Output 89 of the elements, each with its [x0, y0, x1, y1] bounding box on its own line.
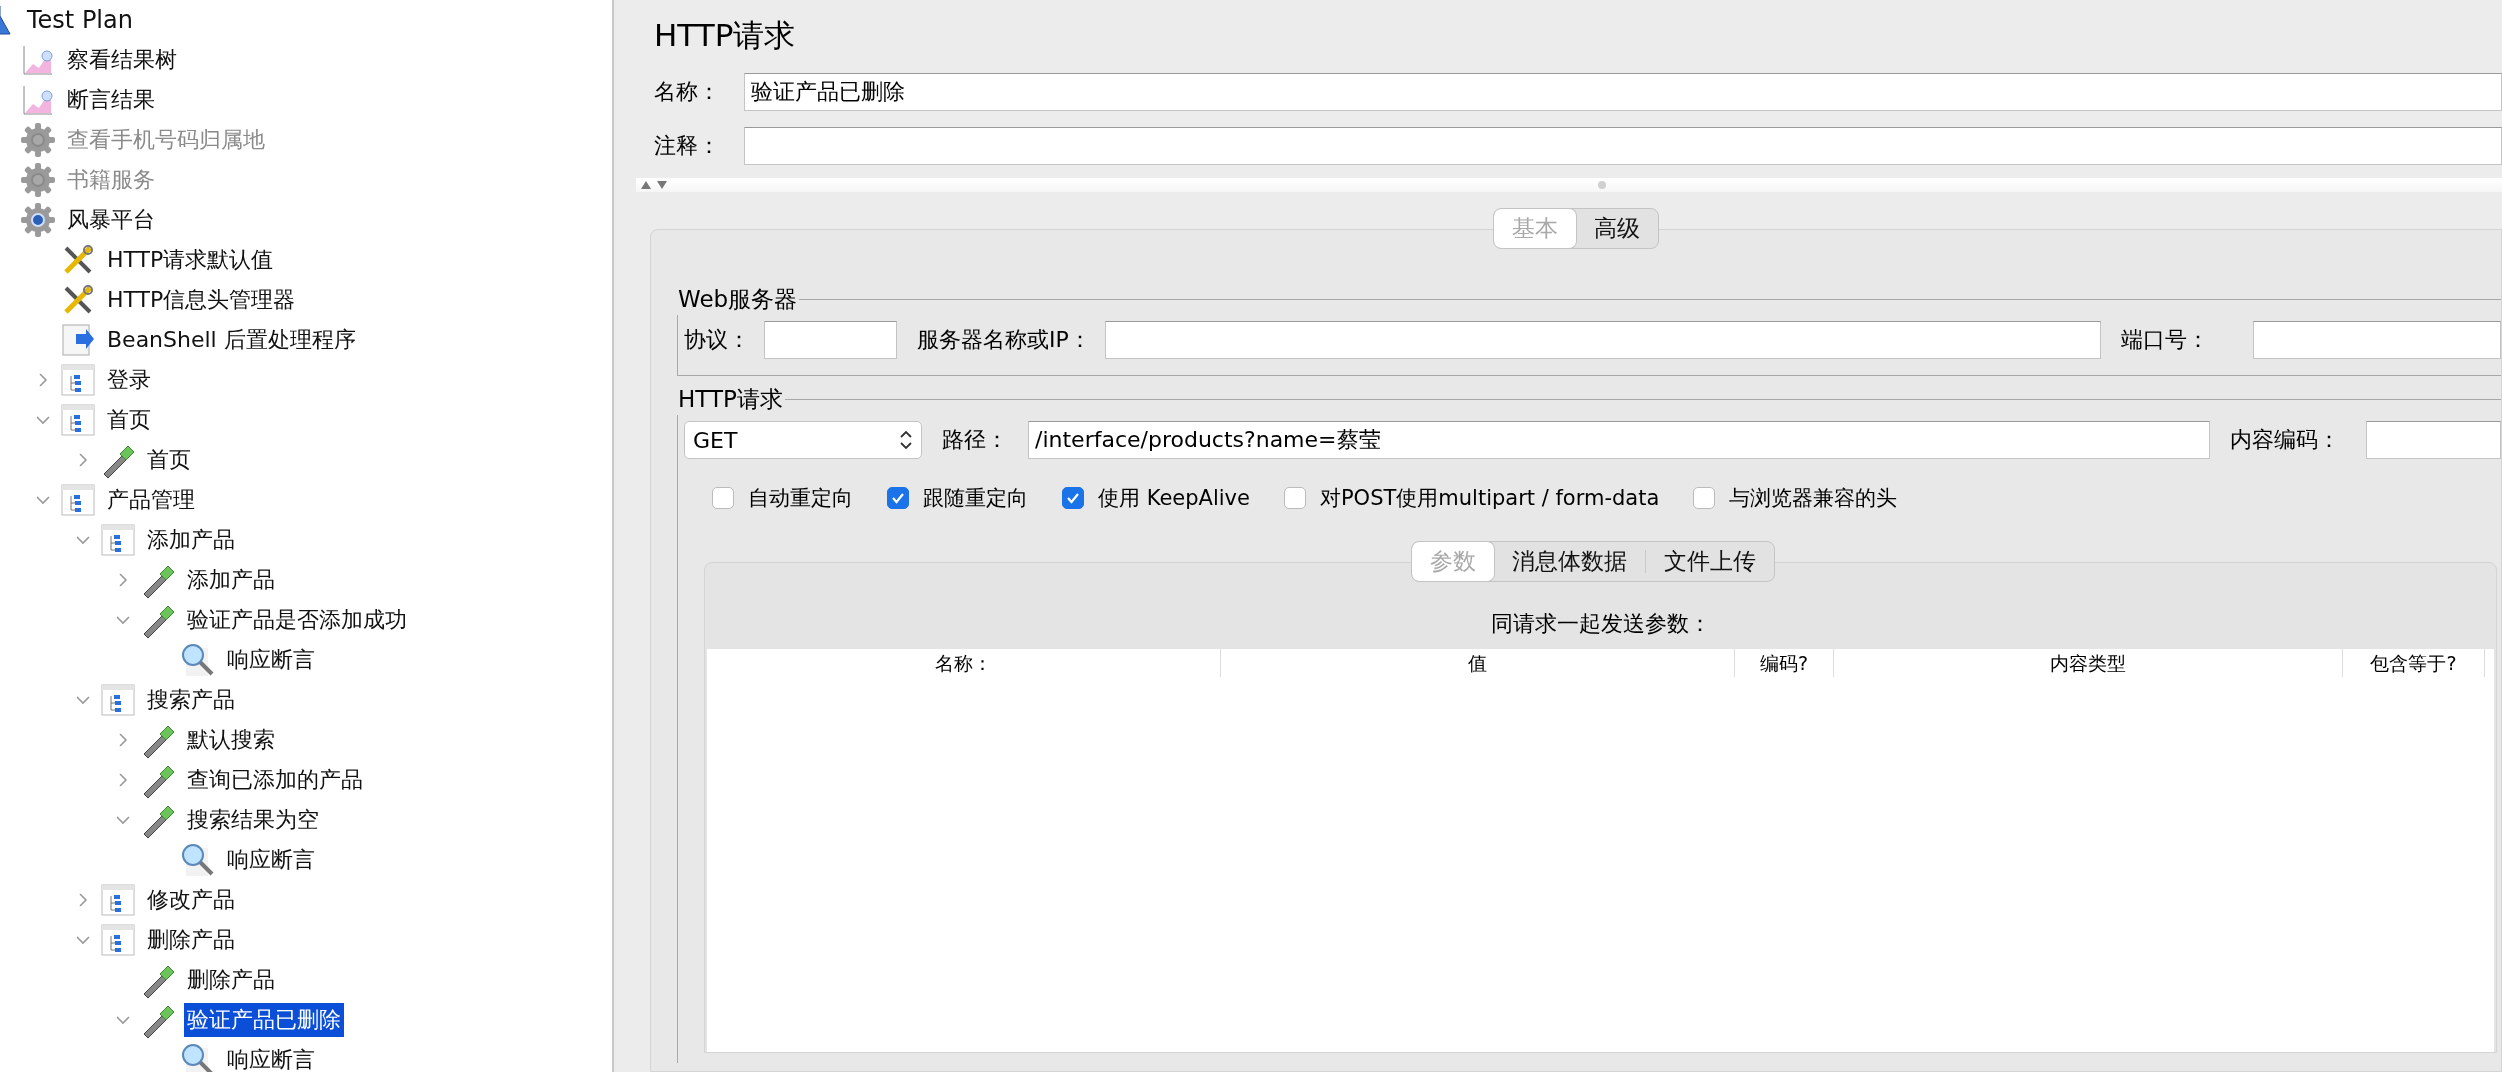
- group-title: Web服务器: [677, 285, 799, 314]
- chevron-right-icon[interactable]: [76, 453, 90, 467]
- field-label: 服务器名称或IP：: [917, 326, 1091, 354]
- window-icon: [100, 682, 136, 718]
- tree-item[interactable]: 添加产品: [184, 563, 278, 597]
- tree-item[interactable]: 察看结果树: [64, 43, 180, 77]
- tree-item[interactable]: 搜索产品: [144, 683, 238, 717]
- method-select[interactable]: GET: [684, 421, 922, 459]
- tree-item[interactable]: 修改产品: [144, 883, 238, 917]
- chevron-down-icon[interactable]: [116, 813, 130, 827]
- chevron-right-icon[interactable]: [116, 733, 130, 747]
- field-label: 端口号：: [2120, 326, 2209, 354]
- chevron-down-icon[interactable]: [36, 493, 50, 507]
- window-icon: [60, 402, 96, 438]
- checkbox-option[interactable]: 与浏览器兼容的头: [1693, 484, 1898, 512]
- column-header[interactable]: 包含等于?: [2343, 649, 2485, 677]
- column-header[interactable]: 编码?: [1735, 649, 1834, 677]
- check-icon: [891, 491, 905, 505]
- tree-item[interactable]: 验证产品是否添加成功: [184, 603, 410, 637]
- tree-item[interactable]: 响应断言: [224, 643, 318, 677]
- tree-item[interactable]: 风暴平台: [64, 203, 158, 237]
- window-icon: [100, 882, 136, 918]
- group-title: HTTP请求: [677, 385, 784, 414]
- check-icon: [1066, 491, 1080, 505]
- tree-item[interactable]: 删除产品: [144, 923, 238, 957]
- text-field[interactable]: 验证产品已删除: [744, 72, 2502, 111]
- chevron-down-icon[interactable]: [76, 693, 90, 707]
- tree-item[interactable]: 查询已添加的产品: [184, 763, 366, 797]
- text-field[interactable]: [764, 321, 897, 359]
- tree-item[interactable]: 响应断言: [224, 843, 318, 877]
- chevron-down-icon[interactable]: [76, 933, 90, 947]
- tab[interactable]: 高级: [1576, 209, 1658, 248]
- field-label: 协议：: [684, 326, 750, 354]
- tab[interactable]: 文件上传: [1645, 542, 1774, 581]
- tree-item[interactable]: HTTP信息头管理器: [104, 283, 299, 317]
- tree-item[interactable]: 产品管理: [104, 483, 198, 517]
- tree-item[interactable]: HTTP请求默认值: [104, 243, 277, 277]
- gear-icon: [20, 162, 56, 198]
- checkbox-option[interactable]: 跟随重定向: [887, 484, 1028, 512]
- updown-chevron-icon: [899, 429, 913, 451]
- checkbox-option[interactable]: 对POST使用multipart / form-data: [1283, 484, 1660, 512]
- chevron-down-icon[interactable]: [116, 1013, 130, 1027]
- window-icon: [60, 362, 96, 398]
- tree-item[interactable]: 删除产品: [184, 963, 278, 997]
- tree-item[interactable]: 响应断言: [224, 1043, 318, 1072]
- tree-item[interactable]: 断言结果: [64, 83, 158, 117]
- magnifier-icon: [180, 842, 216, 878]
- text-field[interactable]: [2366, 421, 2501, 459]
- path-field[interactable]: /interface/products?name=蔡莹: [1028, 421, 2210, 459]
- checkbox-option[interactable]: 自动重定向: [712, 484, 853, 512]
- table-title: 同请求一起发送参数：: [1489, 610, 1712, 638]
- tree-item[interactable]: 首页: [104, 403, 154, 437]
- column-header[interactable]: 名称：: [707, 649, 1221, 677]
- magnifier-icon: [180, 642, 216, 678]
- window-icon: [100, 522, 136, 558]
- tree-item[interactable]: 登录: [104, 363, 154, 397]
- tree-item[interactable]: 首页: [144, 443, 194, 477]
- chevron-down-icon[interactable]: [116, 613, 130, 627]
- chevron-down-icon[interactable]: [36, 413, 50, 427]
- chevron-right-icon[interactable]: [36, 373, 50, 387]
- gear-icon: [20, 122, 56, 158]
- tree-item[interactable]: 搜索结果为空: [184, 803, 322, 837]
- chevron-right-icon[interactable]: [76, 893, 90, 907]
- column-header[interactable]: 值: [1221, 649, 1735, 677]
- tree-item[interactable]: 添加产品: [144, 523, 238, 557]
- window-icon: [60, 482, 96, 518]
- gear-icon: [20, 202, 56, 238]
- chevron-right-icon[interactable]: [116, 773, 130, 787]
- checkbox-option[interactable]: 使用 KeepAlive: [1062, 484, 1250, 512]
- tree-item[interactable]: 验证产品已删除: [184, 1003, 344, 1037]
- window-icon: [100, 922, 136, 958]
- field-label: 路径：: [942, 426, 1008, 454]
- tab[interactable]: 消息体数据: [1493, 542, 1645, 581]
- panel-title: HTTP请求: [654, 16, 797, 55]
- field-label: 内容编码：: [2230, 426, 2340, 454]
- collapse-arrows-icon[interactable]: [640, 179, 670, 191]
- script-icon: [60, 322, 96, 358]
- field-label: 名称：: [654, 77, 721, 106]
- tree-item[interactable]: 默认搜索: [184, 723, 278, 757]
- field-label: 注释：: [654, 131, 721, 160]
- chevron-right-icon[interactable]: [116, 573, 130, 587]
- text-field[interactable]: [744, 126, 2502, 165]
- divider-handle[interactable]: [1598, 181, 1606, 189]
- column-header[interactable]: 内容类型: [1834, 649, 2343, 677]
- text-field[interactable]: [1104, 321, 2101, 359]
- text-field[interactable]: [2252, 321, 2501, 359]
- chevron-down-icon[interactable]: [76, 533, 90, 547]
- tree-item[interactable]: Test Plan: [24, 4, 136, 36]
- tree-item[interactable]: BeanShell 后置处理程序: [104, 323, 359, 357]
